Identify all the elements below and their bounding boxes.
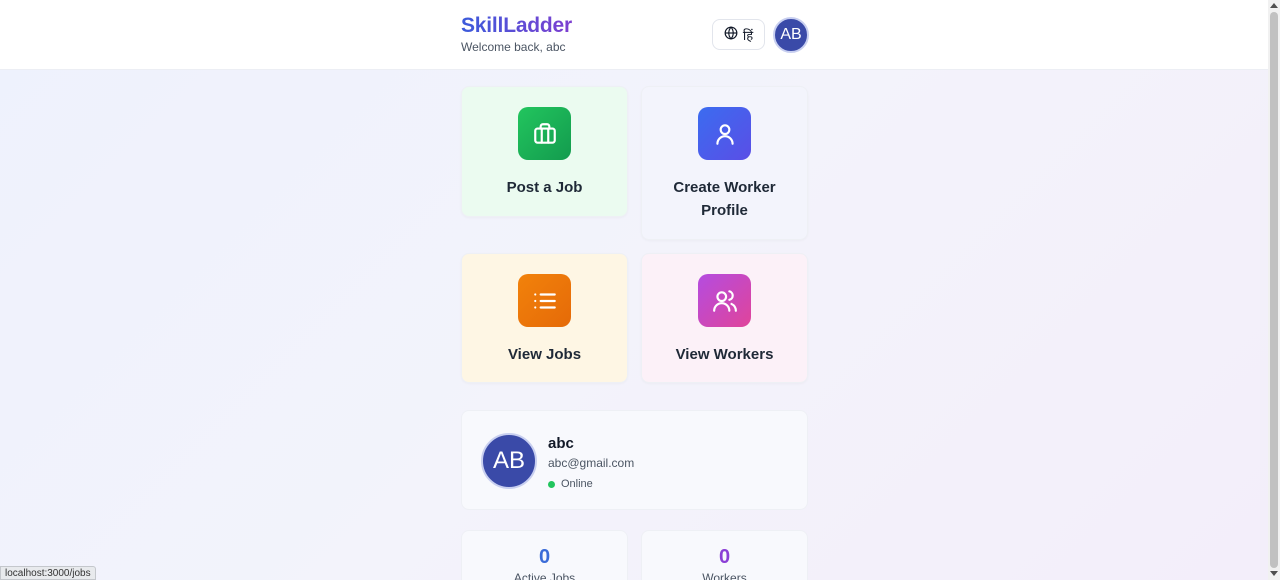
globe-icon	[724, 26, 738, 43]
profile-status: Online	[548, 478, 593, 490]
post-job-label: Post a Job	[506, 179, 583, 196]
profile-card: AB abc abc@gmail.com Online	[461, 410, 808, 510]
user-icon	[698, 107, 751, 160]
list-icon	[518, 274, 571, 327]
view-workers-card[interactable]: View Workers	[641, 253, 808, 383]
profile-avatar: AB	[481, 433, 537, 489]
scroll-down-arrow-icon[interactable]	[1270, 571, 1278, 576]
active-jobs-label: Active Jobs	[513, 571, 576, 580]
active-jobs-count: 0	[538, 546, 551, 568]
profile-status-label: Online	[561, 478, 593, 490]
brand: SkillLadder Welcome back, abc	[461, 14, 572, 54]
online-status-dot-icon	[548, 480, 555, 488]
user-avatar[interactable]: AB	[773, 17, 809, 53]
app-header: SkillLadder Welcome back, abc हिं AB	[0, 0, 1268, 70]
workers-label: Workers	[702, 571, 747, 580]
scrollbar-thumb[interactable]	[1270, 12, 1278, 568]
welcome-text: Welcome back, abc	[461, 40, 566, 54]
post-job-card[interactable]: Post a Job	[461, 86, 628, 217]
active-jobs-stat: 0 Active Jobs	[461, 530, 628, 580]
vertical-scrollbar[interactable]	[1268, 0, 1280, 580]
users-icon	[698, 274, 751, 327]
scroll-up-arrow-icon[interactable]	[1270, 3, 1278, 8]
create-worker-profile-card[interactable]: Create Worker Profile	[641, 86, 808, 240]
language-toggle-button[interactable]: हिं	[712, 19, 765, 50]
view-workers-label: View Workers	[675, 346, 774, 363]
view-jobs-card[interactable]: View Jobs	[461, 253, 628, 383]
profile-name: abc	[548, 435, 574, 452]
link-status-bar: localhost:3000/jobs	[0, 566, 96, 580]
briefcase-icon	[518, 107, 571, 160]
brand-title[interactable]: SkillLadder	[461, 14, 572, 38]
create-worker-profile-label: Create Worker Profile	[673, 179, 776, 219]
view-jobs-label: View Jobs	[507, 346, 582, 363]
workers-count: 0	[718, 546, 731, 568]
profile-email: abc@gmail.com	[548, 456, 635, 470]
workers-stat: 0 Workers	[641, 530, 808, 580]
language-label: हिं	[742, 27, 754, 43]
